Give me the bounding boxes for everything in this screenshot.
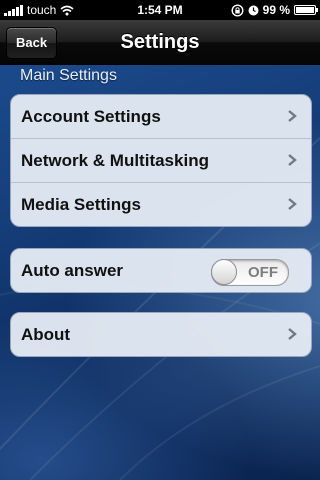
section-header-main-settings: Main Settings [20, 67, 117, 84]
about-label: About [21, 324, 71, 344]
toggle-state-label: OFF [248, 264, 278, 281]
about-row[interactable]: About [11, 313, 311, 356]
chevron-right-icon [288, 328, 297, 340]
chevron-right-icon [288, 110, 297, 122]
media-settings-row[interactable]: Media Settings [11, 183, 311, 226]
row-label: Network & Multitasking [21, 150, 209, 170]
status-bar: touch 1:54 PM 99 % [0, 0, 320, 20]
auto-answer-label: Auto answer [21, 260, 124, 280]
auto-answer-toggle[interactable]: OFF [211, 259, 289, 286]
about-group: About [10, 312, 312, 357]
row-label: Media Settings [21, 194, 141, 214]
network-multitasking-row[interactable]: Network & Multitasking [11, 139, 311, 183]
toggle-knob [211, 259, 237, 285]
main-settings-group: Account Settings Network & Multitasking … [10, 94, 312, 227]
row-label: Account Settings [21, 106, 161, 126]
chevron-right-icon [288, 198, 297, 210]
battery-icon [294, 5, 318, 15]
battery-percent: 99 % [262, 3, 290, 17]
alarm-clock-icon [248, 5, 259, 15]
auto-answer-row: Auto answer OFF [11, 249, 311, 292]
chevron-right-icon [288, 154, 297, 166]
account-settings-row[interactable]: Account Settings [11, 95, 311, 139]
rotation-lock-icon [231, 3, 244, 17]
navigation-bar: Settings Back [0, 20, 320, 65]
auto-answer-group: Auto answer OFF [10, 248, 312, 293]
back-button[interactable]: Back [6, 27, 58, 59]
